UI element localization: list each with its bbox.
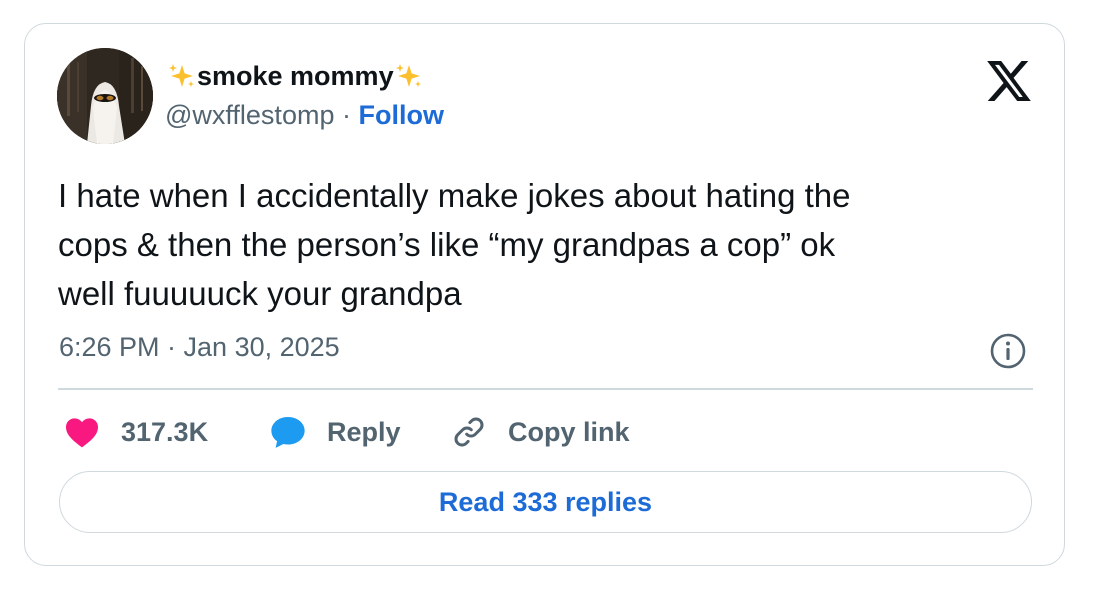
like-count: 317.3K (121, 416, 209, 447)
x-logo-icon[interactable] (987, 61, 1031, 101)
follow-button[interactable]: Follow (359, 100, 444, 130)
like-button[interactable]: 317.3K (63, 412, 208, 452)
author-handle[interactable]: @wxfflestomp (165, 100, 334, 130)
sparkles-icon (394, 61, 424, 91)
copy-link-label: Copy link (508, 416, 630, 447)
info-icon[interactable] (989, 332, 1027, 370)
separator-dot: · (341, 100, 351, 130)
sparkles-icon (167, 61, 197, 91)
heart-icon (63, 413, 101, 451)
tweet-text: I hate when I accidentally make jokes ab… (58, 177, 851, 312)
copy-link-button[interactable]: Copy link (450, 412, 630, 452)
author-display-name: smoke mommy (197, 60, 394, 91)
tweet-timestamp[interactable]: 6:26 PM · Jan 30, 2025 (59, 332, 340, 363)
divider (58, 388, 1033, 390)
author-handle-row: @wxfflestomp · Follow (165, 100, 444, 131)
avatar[interactable] (57, 48, 153, 144)
author-name-row[interactable]: smoke mommy (167, 58, 424, 94)
reply-button[interactable]: Reply (269, 412, 401, 452)
link-icon (450, 413, 488, 451)
reply-bubble-icon (269, 413, 307, 451)
read-replies-button[interactable]: Read 333 replies (59, 471, 1032, 533)
reply-label: Reply (327, 416, 401, 447)
avatar-image (57, 48, 153, 144)
tweet-embed-card: smoke mommy @wxfflestomp · Follow I hate… (24, 23, 1065, 566)
